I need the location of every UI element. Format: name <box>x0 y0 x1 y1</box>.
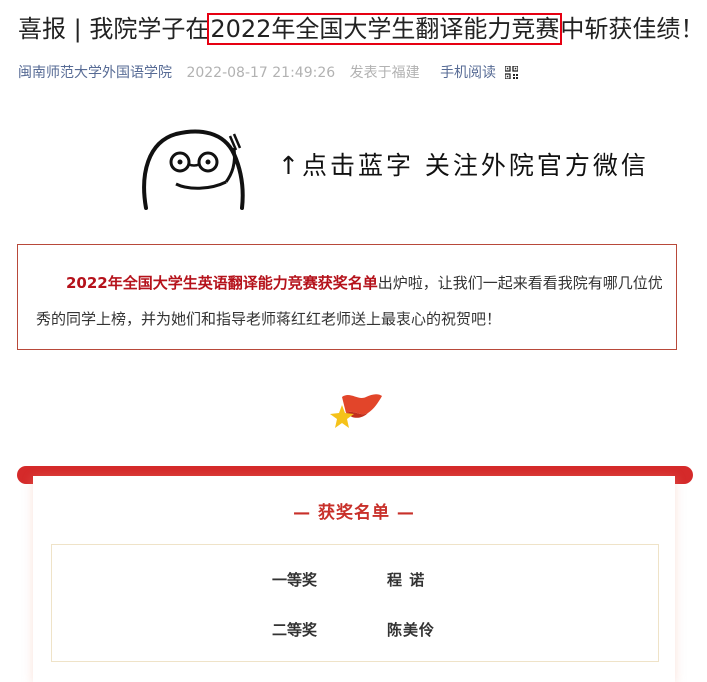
account-link[interactable]: 闽南师范大学外国语学院 <box>18 65 172 81</box>
award-level: 二等奖 <box>272 621 318 639</box>
award-list: 一等奖 程 诺 二等奖 陈美伶 <box>51 544 659 662</box>
publish-location: 发表于福建 <box>349 65 420 81</box>
award-winner: 程 诺 <box>387 571 426 589</box>
intro-bold-lead: 2022年全国大学生英语翻译能力竞赛获奖名单 <box>66 274 378 292</box>
award-card-title: — 获奖名单 — <box>293 503 415 523</box>
article-title: 喜报 | 我院学子在2022年全国大学生翻译能力竞赛中斩获佳绩！ <box>18 12 704 46</box>
award-winner: 陈美伶 <box>387 621 436 639</box>
intro-paragraph: 2022年全国大学生英语翻译能力竞赛获奖名单出炉啦，让我们一起来看看我院有哪几位… <box>36 265 666 337</box>
intro-box: 2022年全国大学生英语翻译能力竞赛获奖名单出炉啦，让我们一起来看看我院有哪几位… <box>17 244 677 350</box>
publish-time: 2022-08-17 21:49:26 <box>186 65 336 81</box>
follow-banner: ↑点击蓝字 关注外院官方微信 <box>138 124 678 210</box>
award-card: — 获奖名单 — 一等奖 程 诺 二等奖 陈美伶 <box>33 476 675 682</box>
article-meta: 闽南师范大学外国语学院 2022-08-17 21:49:26 发表于福建 手机… <box>18 63 519 83</box>
mobile-read-link[interactable]: 手机阅读 <box>440 65 496 81</box>
qr-code-icon[interactable] <box>503 65 519 80</box>
article-title-prefix: 喜报 | 我院学子在 <box>18 15 210 43</box>
follow-banner-text: ↑点击蓝字 关注外院官方微信 <box>278 151 649 180</box>
article-title-highlight: 2022年全国大学生翻译能力竞赛 <box>207 13 563 45</box>
cartoon-face-icon <box>142 129 245 210</box>
award-row: 一等奖 程 诺 <box>52 569 658 593</box>
article-title-suffix: 中斩获佳绩！ <box>560 15 705 43</box>
award-level: 一等奖 <box>272 571 318 589</box>
award-row: 二等奖 陈美伶 <box>52 619 658 643</box>
red-flag-star-icon <box>330 394 382 428</box>
